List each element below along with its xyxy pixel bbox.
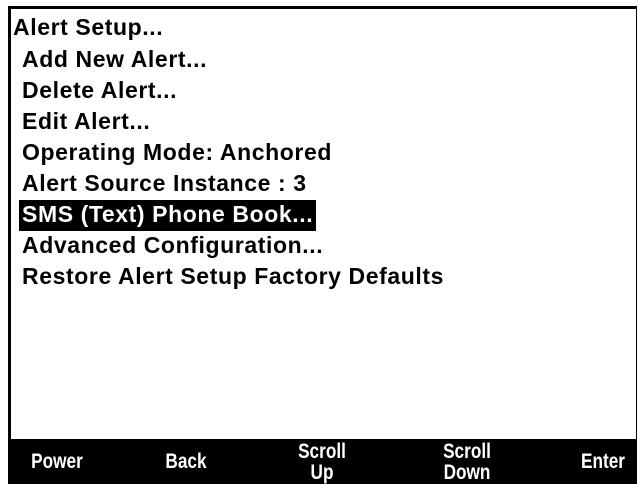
softkey-bar: Power Back Scroll Up Scroll Down Enter <box>8 439 637 484</box>
enter-button[interactable]: Enter <box>573 451 632 472</box>
display-screen: Alert Setup... Add New Alert... Delete A… <box>8 6 637 484</box>
menu-item-restore-factory-defaults[interactable]: Restore Alert Setup Factory Defaults <box>19 262 447 293</box>
menu-item-advanced-configuration[interactable]: Advanced Configuration... <box>19 231 326 262</box>
menu-item-edit-alert[interactable]: Edit Alert... <box>19 107 153 138</box>
menu-title: Alert Setup... <box>13 14 164 40</box>
menu-item-operating-mode[interactable]: Operating Mode: Anchored <box>19 138 335 169</box>
scroll-up-button[interactable]: Scroll Up <box>285 441 359 483</box>
menu-item-sms-phone-book[interactable]: SMS (Text) Phone Book... <box>19 200 317 231</box>
back-button[interactable]: Back <box>158 451 215 472</box>
menu-item-add-new-alert[interactable]: Add New Alert... <box>19 45 210 76</box>
menu-item-delete-alert[interactable]: Delete Alert... <box>19 76 180 107</box>
menu-item-alert-source-instance[interactable]: Alert Source Instance : 3 <box>19 169 310 200</box>
scroll-down-button[interactable]: Scroll Down <box>430 441 504 483</box>
power-button[interactable]: Power <box>25 451 89 472</box>
menu-list: Add New Alert... Delete Alert... Edit Al… <box>19 45 447 293</box>
